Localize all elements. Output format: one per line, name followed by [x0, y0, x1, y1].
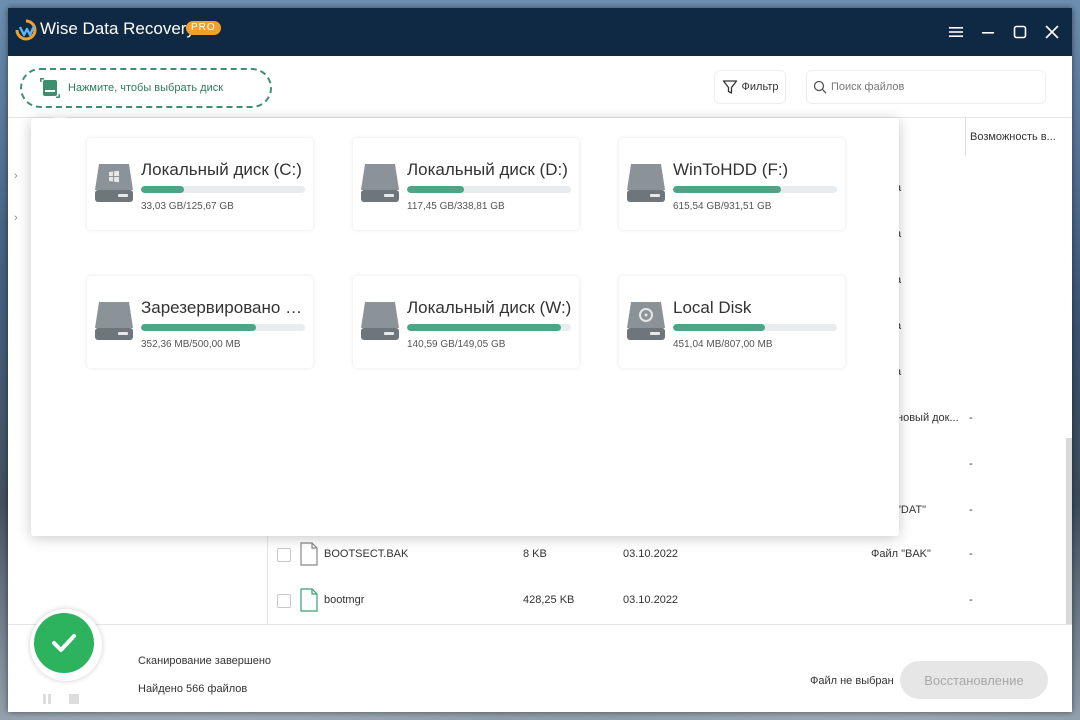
disk-usage-bar [673, 324, 837, 331]
search-box [806, 70, 1046, 104]
disk-size: 352,36 MB/500,00 MB [141, 339, 241, 350]
pause-icon[interactable] [41, 693, 53, 705]
app-title: Wise Data Recovery [40, 19, 195, 38]
table-row[interactable]: bootmgr 428,25 KB 03.10.2022 - [269, 578, 1059, 624]
pro-badge: PRO [186, 21, 221, 35]
file-name: bootmgr [324, 594, 365, 606]
recoverability-cell: - [969, 594, 973, 606]
file-icon [300, 588, 318, 612]
close-icon [1045, 25, 1059, 39]
found-count: Найдено 566 файлов [138, 683, 248, 695]
disk-card-w[interactable]: Локальный диск (W:) 140,59 GB/149,05 GB [353, 276, 579, 368]
minimize-icon [982, 32, 994, 34]
filter-label: Фильтр [741, 81, 779, 93]
file-type: Файл "BAK" [871, 548, 931, 560]
disk-usage-fill [141, 324, 256, 331]
optical-drive-icon [627, 302, 665, 340]
drive-select-icon [40, 78, 60, 98]
close-button[interactable] [1040, 20, 1064, 44]
disk-name: Локальный диск (W:) [407, 298, 572, 317]
checkmark-icon [34, 613, 94, 673]
menu-button[interactable] [944, 20, 968, 44]
disk-usage-fill [407, 324, 562, 331]
disk-usage-bar [673, 186, 837, 193]
type-cell: новый док... [897, 412, 959, 424]
disk-card-c[interactable]: Локальный диск (C:) 33,03 GB/125,67 GB [87, 138, 313, 230]
scan-status: Сканирование завершено [138, 655, 272, 667]
title-bar: Wise Data Recovery PRO [8, 8, 1072, 56]
disk-usage-bar [141, 186, 305, 193]
table-row[interactable]: BOOTSECT.BAK 8 KB 03.10.2022 Файл "BAK" … [269, 532, 1059, 578]
tree-expand-icon[interactable]: › [14, 170, 18, 182]
recoverability-cell: - [969, 504, 973, 516]
file-size: 428,25 KB [523, 594, 575, 606]
file-date: 03.10.2022 [623, 594, 679, 606]
file-size: 8 KB [523, 548, 547, 560]
hard-drive-icon [95, 302, 133, 340]
disk-size: 33,03 GB/125,67 GB [141, 201, 234, 212]
disk-name: Зарезервировано системой [141, 298, 309, 317]
disk-select-button[interactable]: Нажмите, чтобы выбрать диск [20, 68, 272, 108]
app-window: Wise Data Recovery PRO Нажмите, чтобы вы [8, 8, 1072, 712]
row-checkbox[interactable] [277, 594, 291, 608]
disk-card-local[interactable]: Local Disk 451,04 MB/807,00 MB [619, 276, 845, 368]
restore-button[interactable]: Восстановление [900, 661, 1048, 699]
status-bar: Сканирование завершено Найдено 566 файло… [8, 609, 1072, 712]
column-header-recoverability[interactable]: Возможность в... [965, 118, 1063, 156]
toolbar: Нажмите, чтобы выбрать диск Фильтр [8, 56, 1072, 118]
hard-drive-icon [627, 164, 665, 202]
search-input[interactable] [831, 81, 1031, 93]
hamburger-icon [949, 27, 963, 37]
disk-size: 451,04 MB/807,00 MB [673, 339, 773, 350]
disk-name: WinToHDD (F:) [673, 160, 789, 179]
minimize-button[interactable] [976, 20, 1000, 44]
file-name: BOOTSECT.BAK [324, 548, 409, 560]
disk-card-d[interactable]: Локальный диск (D:) 117,45 GB/338,81 GB [353, 138, 579, 230]
maximize-button[interactable] [1008, 20, 1032, 44]
funnel-icon [722, 80, 737, 94]
file-icon [300, 542, 318, 566]
disk-usage-fill [141, 186, 184, 193]
row-checkbox[interactable] [277, 548, 291, 562]
disk-size: 615,54 GB/931,51 GB [673, 201, 772, 212]
disk-usage-fill [407, 186, 465, 193]
disk-usage-bar [407, 186, 571, 193]
disk-dropdown: Локальный диск (C:) 33,03 GB/125,67 GB Л… [31, 118, 899, 536]
disk-card-f[interactable]: WinToHDD (F:) 615,54 GB/931,51 GB [619, 138, 845, 230]
disk-usage-fill [673, 324, 765, 331]
scrollbar[interactable] [1066, 438, 1072, 624]
recoverability-cell: - [969, 412, 973, 424]
filter-button[interactable]: Фильтр [714, 70, 786, 104]
app-logo-icon [15, 19, 37, 41]
disk-name: Local Disk [673, 298, 752, 317]
disk-usage-fill [673, 186, 782, 193]
file-date: 03.10.2022 [623, 548, 679, 560]
hard-drive-icon [361, 302, 399, 340]
windows-drive-icon [95, 164, 133, 202]
disk-select-label: Нажмите, чтобы выбрать диск [68, 82, 224, 94]
disk-card-reserved[interactable]: Зарезервировано системой 352,36 MB/500,0… [87, 276, 313, 368]
recoverability-cell: - [969, 548, 973, 560]
selection-status: Файл не выбран [810, 675, 894, 687]
disk-usage-bar [407, 324, 571, 331]
stop-icon[interactable] [68, 693, 80, 705]
recoverability-cell: - [969, 458, 973, 470]
hard-drive-icon [361, 164, 399, 202]
tree-expand-icon[interactable]: › [14, 212, 18, 224]
disk-size: 117,45 GB/338,81 GB [407, 201, 505, 212]
disk-name: Локальный диск (D:) [407, 160, 568, 179]
maximize-icon [1013, 25, 1027, 39]
disk-name: Локальный диск (C:) [141, 160, 302, 179]
disk-usage-bar [141, 324, 305, 331]
type-cell: "DAT" [897, 504, 926, 516]
search-icon [813, 80, 827, 94]
disk-size: 140,59 GB/149,05 GB [407, 339, 506, 350]
